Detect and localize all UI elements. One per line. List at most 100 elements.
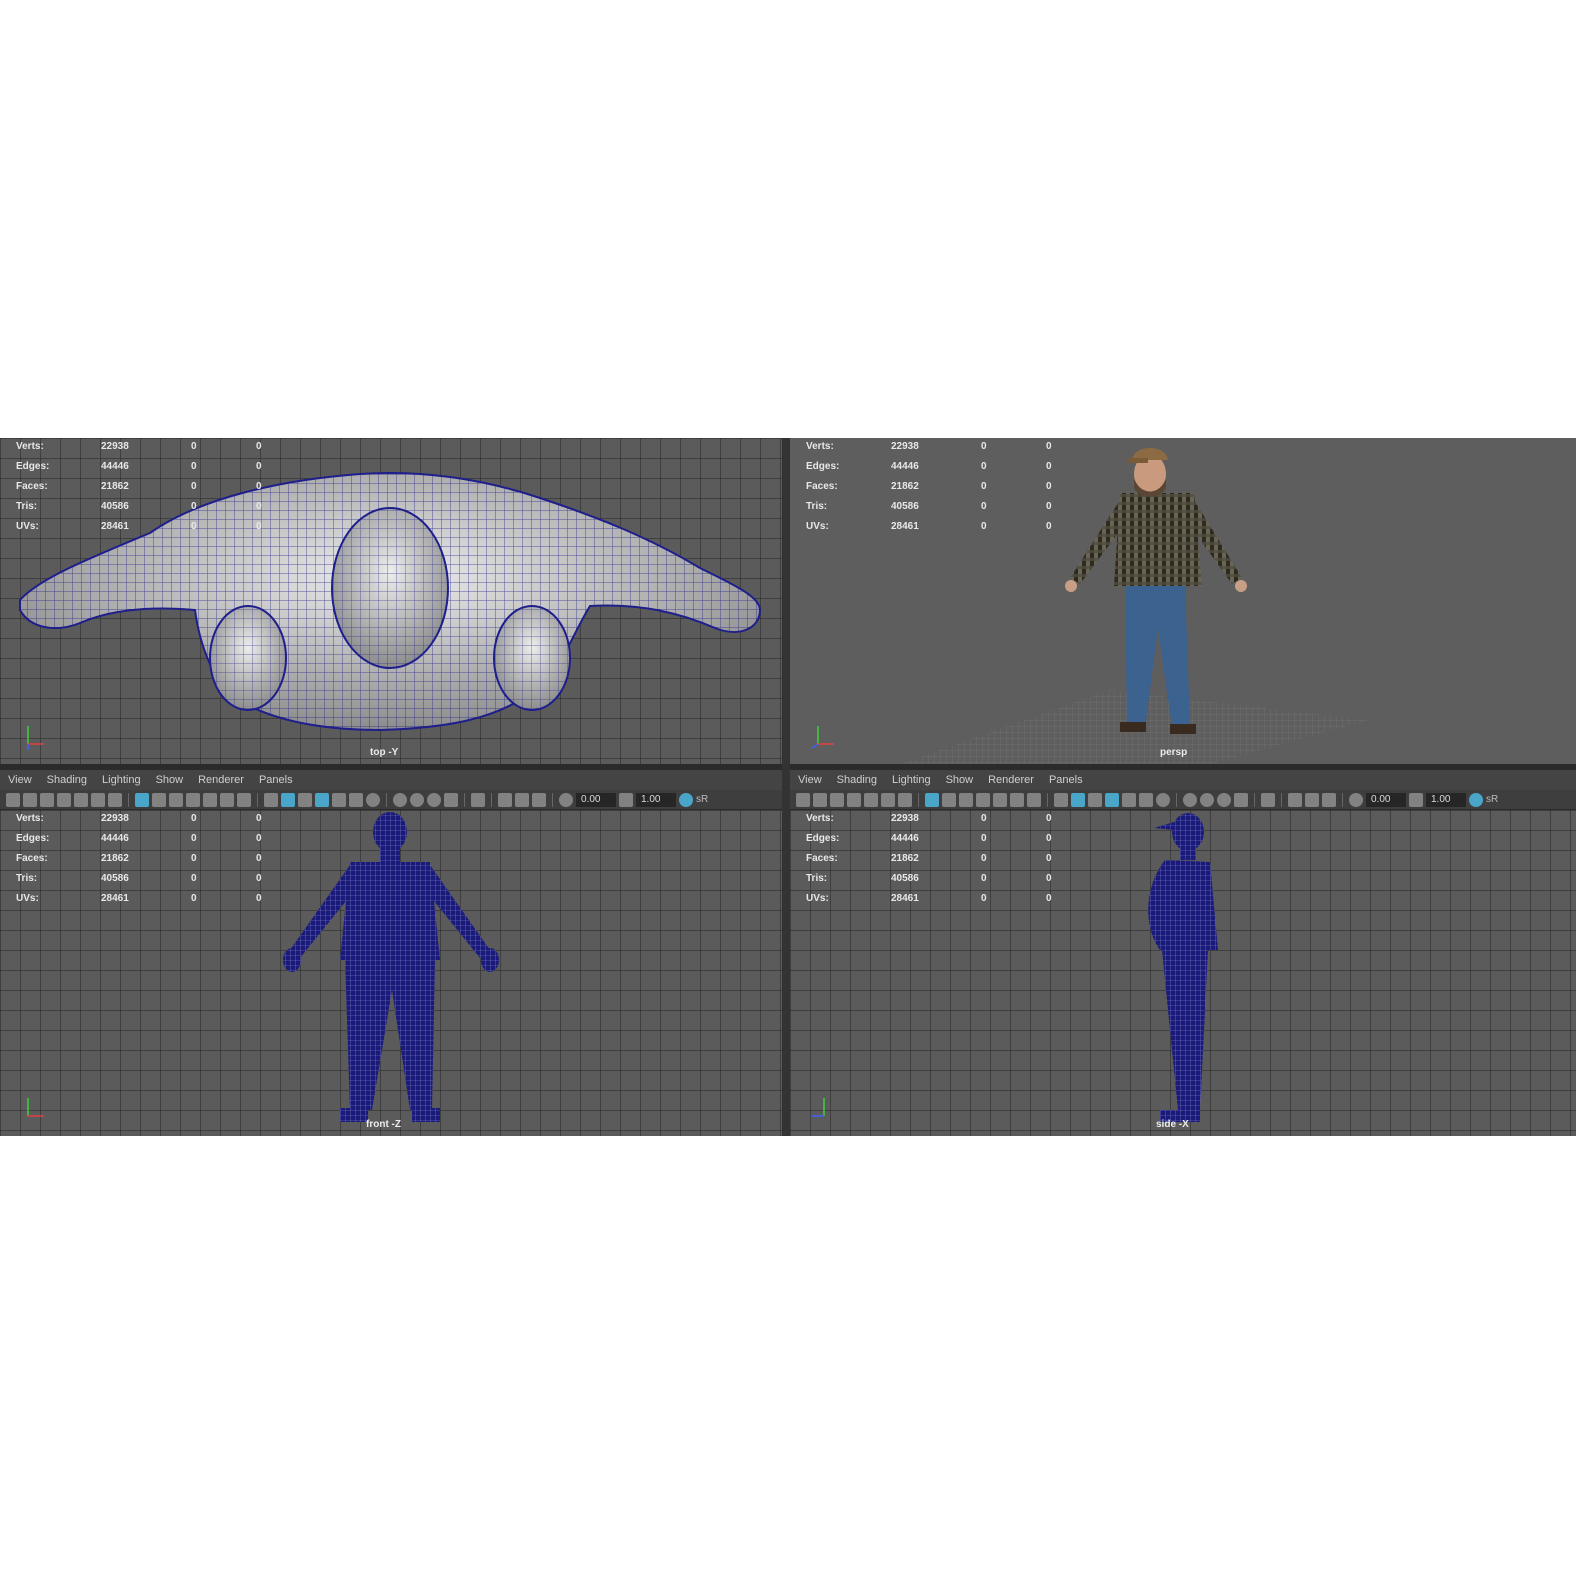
exposure-icon[interactable]: [1349, 792, 1363, 807]
isolate-icon[interactable]: [1261, 792, 1275, 807]
menu-shading[interactable]: Shading: [47, 774, 87, 786]
gamma-icon[interactable]: [619, 792, 633, 807]
viewport-side[interactable]: Verts: 22938 0 0 Edges: 44446 0 0 Faces: 21862 0…: [790, 810, 1576, 1136]
stat-value: 0: [191, 481, 197, 492]
resolution-gate-icon[interactable]: [169, 792, 183, 807]
isolate-icon[interactable]: [471, 792, 485, 807]
shadows-icon[interactable]: [1156, 792, 1170, 807]
grease-pencil-icon[interactable]: [898, 792, 912, 807]
field-chart-icon[interactable]: [993, 792, 1007, 807]
gamma-field[interactable]: 1.00: [1426, 792, 1466, 807]
menu-panels[interactable]: Panels: [1049, 774, 1083, 786]
resolution-gate-icon[interactable]: [959, 792, 973, 807]
menu-renderer[interactable]: Renderer: [988, 774, 1034, 786]
gate-mask-icon[interactable]: [976, 792, 990, 807]
textured-icon[interactable]: [332, 792, 346, 807]
menu-show[interactable]: Show: [156, 774, 184, 786]
stat-label: Tris:: [16, 873, 38, 884]
menu-view[interactable]: View: [8, 774, 32, 786]
image-plane-icon[interactable]: [74, 792, 88, 807]
image-plane-icon[interactable]: [864, 792, 878, 807]
menu-view[interactable]: View: [798, 774, 822, 786]
camera-attributes-icon[interactable]: [23, 792, 37, 807]
textured-icon[interactable]: [1122, 792, 1136, 807]
viewport-top[interactable]: Verts: 22938 0 0 Edges: 44446 0 0 Faces: 21862 0…: [0, 438, 782, 764]
stat-value: 0: [981, 873, 987, 884]
color-management-icon[interactable]: [679, 792, 693, 807]
wireframe-on-shaded-icon[interactable]: [1105, 792, 1119, 807]
antialiasing-icon[interactable]: [1217, 792, 1231, 807]
gamma-icon[interactable]: [1409, 792, 1423, 807]
camera-icon[interactable]: [796, 792, 810, 807]
safe-title-icon[interactable]: [1027, 792, 1041, 807]
stat-value: 0: [256, 481, 262, 492]
gamma-field[interactable]: 1.00: [636, 792, 676, 807]
light-icon[interactable]: [349, 792, 363, 807]
xray-icon[interactable]: [498, 792, 512, 807]
depth-of-field-icon[interactable]: [444, 792, 458, 807]
exposure-field[interactable]: 0.00: [1366, 792, 1406, 807]
viewport-front[interactable]: Verts: 22938 0 0 Edges: 44446 0 0 Faces: 21862 0…: [0, 810, 782, 1136]
menu-renderer[interactable]: Renderer: [198, 774, 244, 786]
smooth-shade-icon[interactable]: [281, 792, 295, 807]
exposure-icon[interactable]: [559, 792, 573, 807]
antialiasing-icon[interactable]: [427, 792, 441, 807]
wireframe-icon[interactable]: [264, 792, 278, 807]
menu-panels[interactable]: Panels: [259, 774, 293, 786]
stat-label: Tris:: [806, 501, 828, 512]
menu-lighting[interactable]: Lighting: [892, 774, 931, 786]
bookmark-icon[interactable]: [57, 792, 71, 807]
camera-label: persp: [1160, 747, 1188, 758]
depth-of-field-icon[interactable]: [1234, 792, 1248, 807]
camera-bookmark-icon[interactable]: [830, 792, 844, 807]
smooth-shade-icon[interactable]: [1071, 792, 1085, 807]
backface-culling-icon[interactable]: [532, 792, 546, 807]
light-icon[interactable]: [1139, 792, 1153, 807]
view-transform-label[interactable]: sR: [696, 794, 708, 805]
backface-culling-icon[interactable]: [1322, 792, 1336, 807]
menu-shading[interactable]: Shading: [837, 774, 877, 786]
view-transform-label[interactable]: sR: [1486, 794, 1498, 805]
stat-value: 0: [981, 461, 987, 472]
motion-blur-icon[interactable]: [1200, 792, 1214, 807]
bookmark-icon[interactable]: [847, 792, 861, 807]
camera-icon[interactable]: [6, 792, 20, 807]
grid-icon[interactable]: [925, 792, 939, 807]
camera-bookmark-icon[interactable]: [40, 792, 54, 807]
camera-attributes-icon[interactable]: [813, 792, 827, 807]
safe-action-icon[interactable]: [1010, 792, 1024, 807]
2d-pan-icon[interactable]: [91, 792, 105, 807]
motion-blur-icon[interactable]: [410, 792, 424, 807]
stat-value: 0: [981, 853, 987, 864]
panel-toolbar: 0.00 1.00 sR: [0, 790, 782, 810]
xray-joints-icon[interactable]: [1305, 792, 1319, 807]
2d-pan-icon[interactable]: [881, 792, 895, 807]
shadows-icon[interactable]: [366, 792, 380, 807]
film-gate-icon[interactable]: [942, 792, 956, 807]
safe-title-icon[interactable]: [237, 792, 251, 807]
stat-value: 40586: [101, 501, 129, 512]
safe-action-icon[interactable]: [220, 792, 234, 807]
ambient-occlusion-icon[interactable]: [1183, 792, 1197, 807]
field-chart-icon[interactable]: [203, 792, 217, 807]
viewport-persp[interactable]: Verts: 22938 0 0 Edges: 44446 0 0 Faces: 21862 0…: [790, 438, 1576, 764]
color-management-icon[interactable]: [1469, 792, 1483, 807]
wireframe-icon[interactable]: [1054, 792, 1068, 807]
grease-pencil-icon[interactable]: [108, 792, 122, 807]
gate-mask-icon[interactable]: [186, 792, 200, 807]
wireframe-on-shaded-icon[interactable]: [315, 792, 329, 807]
ambient-occlusion-icon[interactable]: [393, 792, 407, 807]
xray-joints-icon[interactable]: [515, 792, 529, 807]
xray-icon[interactable]: [1288, 792, 1302, 807]
exposure-field[interactable]: 0.00: [576, 792, 616, 807]
grid-icon[interactable]: [135, 792, 149, 807]
menu-lighting[interactable]: Lighting: [102, 774, 141, 786]
default-material-icon[interactable]: [1088, 792, 1102, 807]
panel-splitter[interactable]: [782, 438, 790, 1136]
menu-show[interactable]: Show: [946, 774, 974, 786]
stat-label: Edges:: [16, 833, 50, 844]
toolbar-divider: [1281, 792, 1282, 807]
film-gate-icon[interactable]: [152, 792, 166, 807]
default-material-icon[interactable]: [298, 792, 312, 807]
stat-label: Tris:: [806, 873, 828, 884]
